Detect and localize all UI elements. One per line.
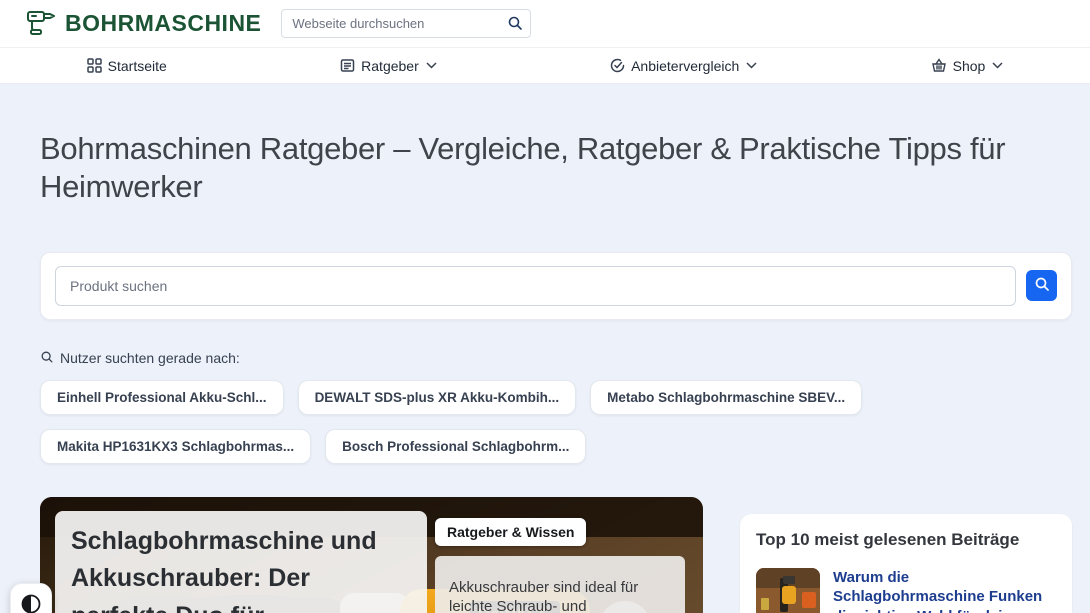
recent-searches-label-row: Nutzer suchten gerade nach: xyxy=(40,350,1072,367)
hero-article-card[interactable]: DeWALT Schlagbohrmaschine und Akkuschrau… xyxy=(40,497,703,613)
recent-searches-label: Nutzer suchten gerade nach: xyxy=(60,350,240,366)
nav-label: Shop xyxy=(953,58,986,74)
nav-label: Anbietervergleich xyxy=(631,58,739,74)
nav-label: Ratgeber xyxy=(361,58,419,74)
product-search-card xyxy=(40,252,1072,320)
nav-label: Startseite xyxy=(108,58,167,74)
site-search-input[interactable] xyxy=(281,9,531,38)
page-title: Bohrmaschinen Ratgeber – Vergleiche, Rat… xyxy=(40,130,1070,206)
search-icon xyxy=(40,350,54,367)
contrast-icon xyxy=(20,593,42,613)
nav-item-anbietervergleich[interactable]: Anbietervergleich xyxy=(610,58,757,74)
main-content: Bohrmaschinen Ratgeber – Vergleiche, Rat… xyxy=(0,84,1090,613)
hero-excerpt: Akkuschrauber sind ideal für leichte Sch… xyxy=(435,556,685,613)
post-title: Warum die Schlagbohrmaschine Funken die … xyxy=(833,568,1056,613)
search-icon xyxy=(1034,276,1050,295)
recent-search-chips: Einhell Professional Akku-Schl... DEWALT… xyxy=(40,380,1072,464)
brand-logo[interactable]: BOHRMASCHINE xyxy=(24,4,261,43)
search-chip[interactable]: Makita HP1631KX3 Schlagbohrmas... xyxy=(40,429,311,464)
search-chip[interactable]: Einhell Professional Akku-Schl... xyxy=(40,380,284,415)
product-search-input[interactable] xyxy=(55,266,1016,306)
hero-title-box: Schlagbohrmaschine und Akkuschrauber: De… xyxy=(55,511,427,613)
top-posts-sidebar: Top 10 meist gelesenen Beiträge Warum di xyxy=(740,514,1072,613)
chevron-down-icon xyxy=(746,62,757,69)
site-search xyxy=(281,9,531,38)
content-row: DeWALT Schlagbohrmaschine und Akkuschrau… xyxy=(40,497,1072,613)
nav-item-shop[interactable]: Shop xyxy=(931,58,1004,74)
basket-icon xyxy=(931,58,947,73)
hero-title: Schlagbohrmaschine und Akkuschrauber: De… xyxy=(71,523,411,613)
nav-item-ratgeber[interactable]: Ratgeber xyxy=(340,58,437,74)
contrast-toggle-button[interactable] xyxy=(10,583,52,613)
search-icon[interactable] xyxy=(507,15,523,36)
sidebar-post-1[interactable]: Warum die Schlagbohrmaschine Funken die … xyxy=(756,566,1056,613)
search-chip[interactable]: Bosch Professional Schlagbohrm... xyxy=(325,429,586,464)
hero-category-badge[interactable]: Ratgeber & Wissen xyxy=(435,518,586,546)
brand-name: BOHRMASCHINE xyxy=(65,10,261,37)
main-navigation: Startseite Ratgeber Anbietervergleich xyxy=(0,48,1090,84)
chevron-down-icon xyxy=(426,62,437,69)
check-circle-icon xyxy=(610,58,625,73)
chevron-down-icon xyxy=(992,62,1003,69)
drill-logo-icon xyxy=(24,4,58,43)
nav-item-startseite[interactable]: Startseite xyxy=(87,58,167,74)
product-search-button[interactable] xyxy=(1026,270,1057,301)
grid-icon xyxy=(87,58,102,73)
sidebar-title: Top 10 meist gelesenen Beiträge xyxy=(756,530,1056,550)
search-chip[interactable]: DEWALT SDS-plus XR Akku-Kombih... xyxy=(298,380,577,415)
document-icon xyxy=(340,58,355,73)
header: BOHRMASCHINE xyxy=(0,0,1090,48)
post-thumbnail xyxy=(756,568,820,613)
search-chip[interactable]: Metabo Schlagbohrmaschine SBEV... xyxy=(590,380,862,415)
